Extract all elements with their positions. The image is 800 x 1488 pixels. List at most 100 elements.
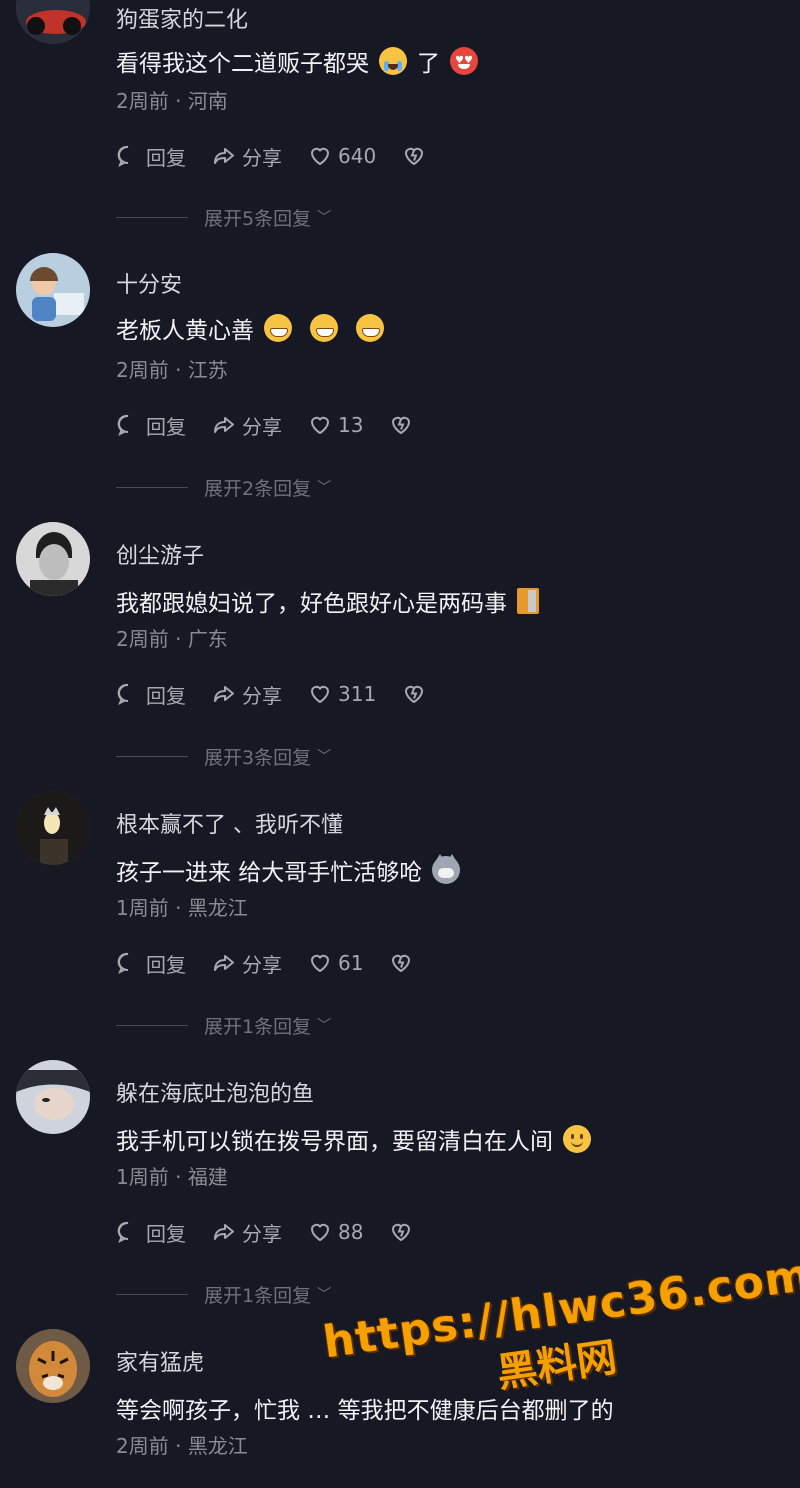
avatar[interactable] <box>16 0 90 44</box>
expand-replies-label: 展开1条回复 <box>204 1015 312 1038</box>
broken-heart-icon <box>405 147 424 166</box>
reply-button[interactable]: 回复 <box>116 680 186 709</box>
slight-smile-emoji <box>563 1125 591 1153</box>
comment-actions: 回复 分享 61 <box>116 947 439 979</box>
like-count: 311 <box>338 682 377 706</box>
avatar[interactable] <box>16 1060 90 1134</box>
dislike-button[interactable] <box>402 144 426 168</box>
avatar-image <box>16 1060 90 1134</box>
heart-icon <box>310 416 330 435</box>
comment-text: 我手机可以锁在拨号界面，要留清白在人间 <box>116 1122 591 1156</box>
avatar-image <box>16 0 90 44</box>
comment-item: 十分安 老板人黄心善 2周前 · 江苏 回复 分享 13 展开2条回复 ﹀ <box>0 251 800 520</box>
heart-icon <box>310 954 330 973</box>
comment-text: 我都跟媳妇说了，好色跟好心是两码事 <box>116 584 539 618</box>
broken-heart-icon <box>392 1223 411 1242</box>
expand-replies-label: 展开5条回复 <box>204 207 312 230</box>
share-button[interactable]: 分享 <box>212 680 282 709</box>
reply-button[interactable]: 回复 <box>116 142 186 171</box>
avatar[interactable] <box>16 253 90 327</box>
expand-replies[interactable]: 展开1条回复 ﹀ <box>116 1012 331 1038</box>
broken-heart-icon <box>392 954 411 973</box>
share-icon <box>214 417 234 433</box>
comment-text-body: 孩子一进来 给大哥手忙活够呛 <box>116 860 423 886</box>
comment-text: 孩子一进来 给大哥手忙活够呛 <box>116 853 461 887</box>
comment-username[interactable]: 家有猛虎 <box>116 1345 204 1377</box>
reply-icon <box>117 1221 129 1244</box>
like-count: 13 <box>338 413 364 437</box>
heart-icon <box>310 685 330 704</box>
comment-text: 老板人黄心善 <box>116 311 384 345</box>
like-button[interactable]: 61 <box>308 951 363 975</box>
expand-replies[interactable]: 展开5条回复 ﹀ <box>116 204 331 230</box>
share-button[interactable]: 分享 <box>212 1218 282 1247</box>
comment-location: 黑龙江 <box>187 896 248 920</box>
avatar-image <box>16 1329 90 1403</box>
like-button[interactable]: 13 <box>308 413 363 437</box>
chevron-down-icon: ﹀ <box>317 1018 332 1034</box>
share-label: 分享 <box>242 683 282 708</box>
divider <box>116 755 188 757</box>
reply-button[interactable]: 回复 <box>116 1218 186 1247</box>
heart-icon <box>310 1223 330 1242</box>
dislike-button[interactable] <box>402 682 426 706</box>
heart-eyes-emoji: ♥ ♥ <box>450 47 478 75</box>
grin-emoji <box>310 314 338 342</box>
reply-icon <box>117 414 129 437</box>
comment-meta: 1周前 · 福建 <box>116 1165 228 1189</box>
comment-text-body: 我手机可以锁在拨号界面，要留清白在人间 <box>116 1129 553 1155</box>
avatar-image <box>16 253 90 327</box>
comment-username[interactable]: 十分安 <box>116 267 182 299</box>
comment-username[interactable]: 狗蛋家的二化 <box>116 2 248 34</box>
expand-replies[interactable]: 展开1条回复 ﹀ <box>116 1281 331 1307</box>
avatar[interactable] <box>16 791 90 865</box>
share-button[interactable]: 分享 <box>212 949 282 978</box>
broken-heart-icon <box>392 416 411 435</box>
dislike-button[interactable] <box>389 1220 413 1244</box>
comment-username[interactable]: 创尘游子 <box>116 538 204 570</box>
comment-location: 江苏 <box>187 358 228 382</box>
comment-meta: 1周前 · 黑龙江 <box>116 896 248 920</box>
share-icon <box>214 1224 234 1240</box>
chevron-down-icon: ﹀ <box>317 480 332 496</box>
avatar-image <box>16 791 90 865</box>
share-button[interactable]: 分享 <box>212 142 282 171</box>
avatar[interactable] <box>16 522 90 596</box>
reply-button[interactable]: 回复 <box>116 411 186 440</box>
reply-button[interactable]: 回复 <box>116 949 186 978</box>
share-label: 分享 <box>242 952 282 977</box>
comment-location: 黑龙江 <box>187 1434 248 1458</box>
door-emoji <box>517 588 539 614</box>
comment-actions: 回复 分享 640 <box>116 140 452 172</box>
crying-face-emoji <box>379 47 407 75</box>
comment-actions: 回复 分享 13 <box>116 409 439 441</box>
divider <box>116 486 188 488</box>
like-button[interactable]: 311 <box>308 682 376 706</box>
expand-replies-label: 展开2条回复 <box>204 477 312 500</box>
dislike-button[interactable] <box>389 951 413 975</box>
avatar[interactable] <box>16 1329 90 1403</box>
like-button[interactable]: 640 <box>308 144 376 168</box>
comment-item: 狗蛋家的二化 看得我这个二道贩子都哭 了 ♥ ♥ 2周前 · 河南 回复 分享 … <box>0 0 800 239</box>
expand-replies[interactable]: 展开3条回复 ﹀ <box>116 743 331 769</box>
comment-text-body: 我都跟媳妇说了，好色跟好心是两码事 <box>116 591 507 617</box>
expand-replies-label: 展开3条回复 <box>204 746 312 769</box>
comment-text-body: 老板人黄心善 <box>116 318 254 344</box>
dislike-button[interactable] <box>389 413 413 437</box>
reply-icon <box>117 145 129 168</box>
expand-replies[interactable]: 展开2条回复 ﹀ <box>116 474 331 500</box>
chevron-down-icon: ﹀ <box>317 1287 332 1303</box>
comment-username[interactable]: 躲在海底吐泡泡的鱼 <box>116 1076 314 1108</box>
share-icon <box>214 955 234 971</box>
comment-username[interactable]: 根本赢不了 、我听不懂 <box>116 807 343 839</box>
reply-label: 回复 <box>146 683 186 708</box>
comment-meta: 2周前 · 黑龙江 <box>116 1434 248 1458</box>
share-label: 分享 <box>242 1221 282 1246</box>
comment-time: 2周前 <box>116 89 169 113</box>
like-button[interactable]: 88 <box>308 1220 363 1244</box>
share-button[interactable]: 分享 <box>212 411 282 440</box>
divider <box>116 1024 188 1026</box>
comment-meta: 2周前 · 河南 <box>116 89 228 113</box>
reply-label: 回复 <box>146 952 186 977</box>
reply-icon <box>117 952 129 975</box>
